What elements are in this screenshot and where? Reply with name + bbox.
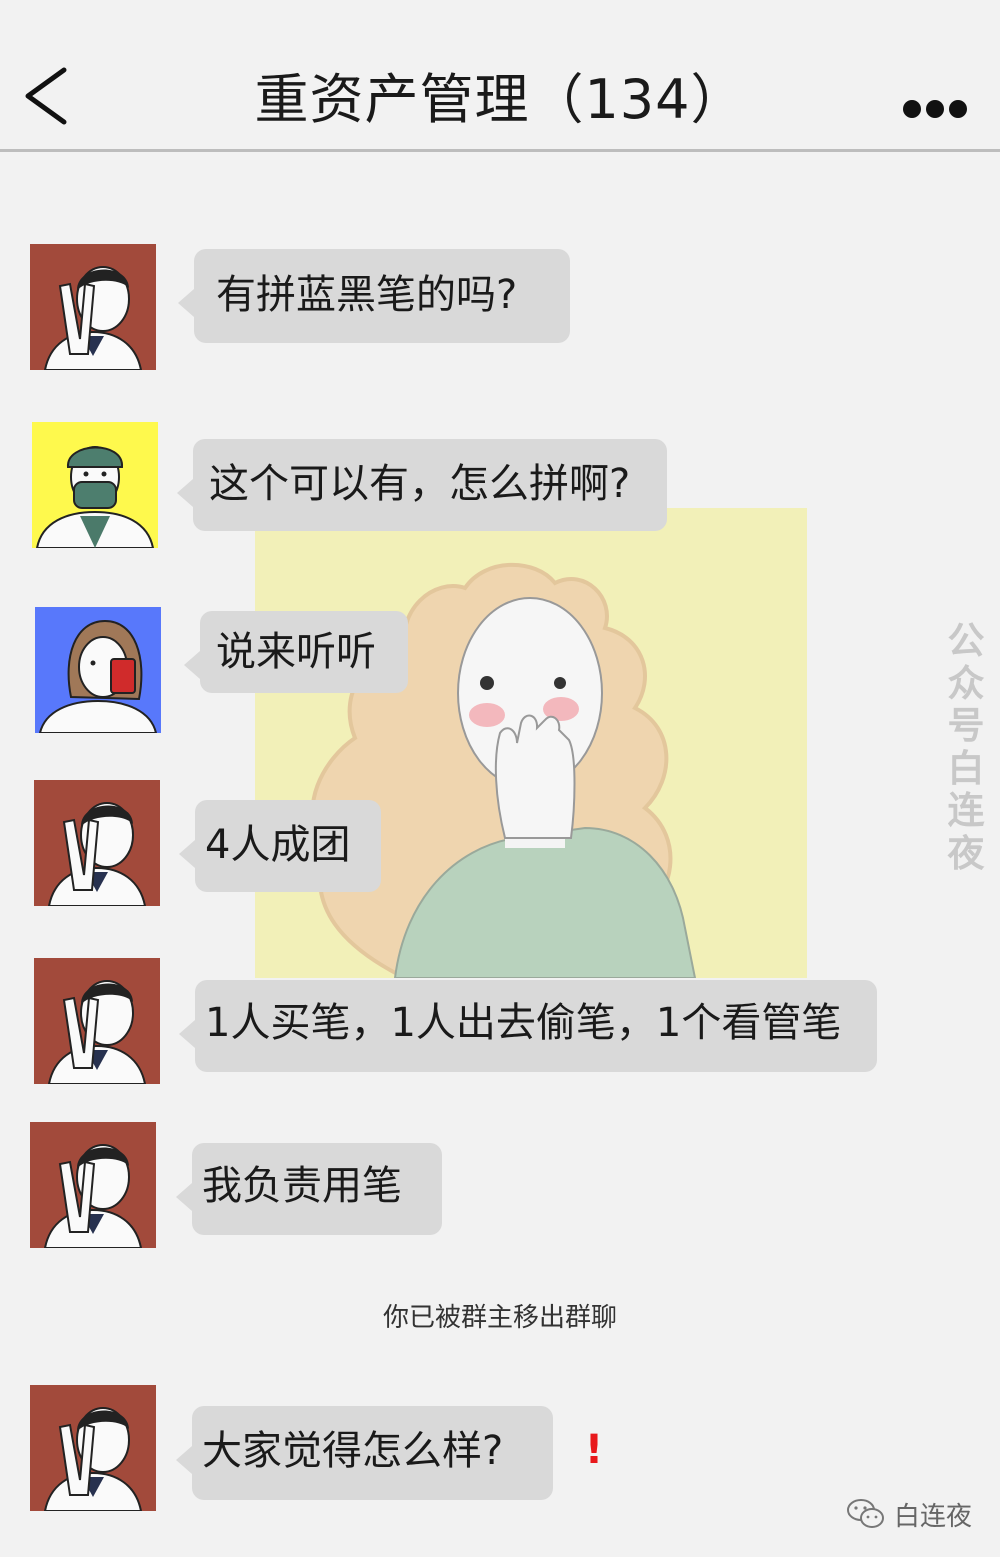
message-text: 大家觉得怎么样? <box>202 1428 504 1474</box>
avatar[interactable] <box>34 958 160 1084</box>
watermark-text: 公众号白连夜 <box>947 619 985 875</box>
avatar[interactable] <box>30 1122 156 1248</box>
wechat-icon <box>847 1499 884 1528</box>
message-text: 1人买笔，1人出去偷笔，1个看管笔 <box>205 1000 842 1046</box>
chat-header: 重资产管理（134） <box>0 0 1000 152</box>
message-text: 有拼蓝黑笔的吗? <box>216 272 518 318</box>
message-bubble[interactable]: 1人买笔，1人出去偷笔，1个看管笔 <box>179 980 877 1072</box>
page-title: 重资产管理（134） <box>254 68 746 131</box>
more-dots-icon[interactable] <box>900 94 970 124</box>
message-bubble[interactable]: 这个可以有，怎么拼啊? <box>177 439 667 531</box>
send-failed-icon[interactable]: ! <box>582 1430 606 1470</box>
message-bubble[interactable]: 大家觉得怎么样? <box>176 1406 553 1500</box>
brand-name: 白连夜 <box>894 1501 973 1532</box>
footer-brand: 白连夜 <box>846 1496 972 1532</box>
message-bubble[interactable]: 我负责用笔 <box>176 1143 442 1235</box>
background-illustration <box>255 508 807 978</box>
avatar[interactable] <box>35 607 161 733</box>
system-note: 你已被群主移出群聊 <box>382 1303 617 1333</box>
doctor-avatar-icon <box>34 780 160 906</box>
message-bubble[interactable]: 4人成团 <box>179 800 381 892</box>
avatar[interactable] <box>32 422 158 548</box>
doctor-avatar-icon <box>30 1122 156 1248</box>
message-text: 这个可以有，怎么拼啊? <box>209 461 631 507</box>
avatar[interactable] <box>34 780 160 906</box>
message-bubble[interactable]: 有拼蓝黑笔的吗? <box>178 249 570 343</box>
nurse-avatar-icon <box>35 607 161 733</box>
message-bubble[interactable]: 说来听听 <box>184 611 408 693</box>
message-text: 4人成团 <box>205 822 351 868</box>
doctor-avatar-icon <box>34 958 160 1084</box>
doctor-avatar-icon <box>30 1385 156 1511</box>
message-text: 说来听听 <box>216 629 376 675</box>
message-text: 我负责用笔 <box>202 1163 402 1209</box>
avatar[interactable] <box>30 244 156 370</box>
doctor-avatar-icon <box>30 244 156 370</box>
avatar[interactable] <box>30 1385 156 1511</box>
surgeon-avatar-icon <box>32 422 158 548</box>
